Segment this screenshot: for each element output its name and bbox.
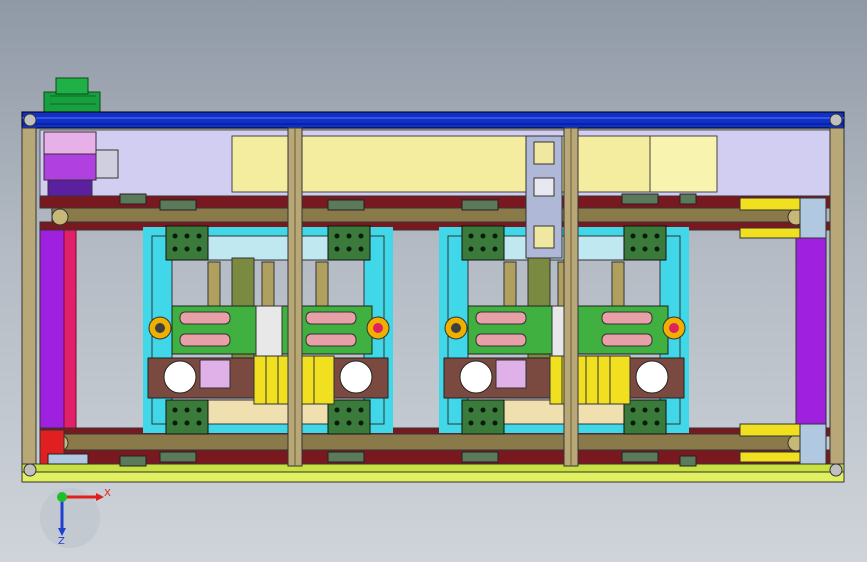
top-rail: [21, 111, 845, 129]
bolt-dot: [480, 246, 486, 252]
lower-cross-bar: [51, 433, 805, 453]
bolt-dot: [468, 233, 474, 239]
bolt-dot: [346, 420, 352, 426]
z-axis-label: Z: [58, 536, 65, 547]
bolt-dot: [480, 233, 486, 239]
bolt-dot: [358, 407, 364, 413]
right-outer-post: [829, 127, 845, 479]
bolt-dot: [654, 246, 660, 252]
bolt-dot: [334, 407, 340, 413]
bolt-dot: [184, 233, 190, 239]
bolt-dot: [358, 246, 364, 252]
bolt-dot: [468, 420, 474, 426]
bolt-dot: [334, 246, 340, 252]
right-purple-column: [795, 227, 827, 429]
motor-assembly: [43, 77, 101, 115]
bolt-dot: [172, 420, 178, 426]
bolt-dot: [492, 407, 498, 413]
bolt-dot: [196, 420, 202, 426]
module-left: [143, 225, 393, 435]
bolt-dot: [346, 407, 352, 413]
bolt-dot: [642, 407, 648, 413]
bolt-dot: [654, 233, 660, 239]
bottom-rail: [21, 463, 845, 483]
bolt-dot: [480, 407, 486, 413]
bolt-dot: [492, 420, 498, 426]
bolt-dot: [630, 420, 636, 426]
bolt-dot: [630, 233, 636, 239]
bolt-dot: [492, 233, 498, 239]
bolt-dot: [334, 233, 340, 239]
bolt-dot: [630, 407, 636, 413]
bolt-dot: [642, 233, 648, 239]
bolt-dot: [480, 420, 486, 426]
bolt-dot: [346, 246, 352, 252]
bolt-dot: [654, 407, 660, 413]
bolt-dot: [642, 246, 648, 252]
bolt-dot: [654, 420, 660, 426]
bolt-dot: [184, 246, 190, 252]
bolt-dot: [492, 246, 498, 252]
cad-viewport[interactable]: X Z: [0, 0, 867, 562]
bolt-dot: [172, 233, 178, 239]
pink-rod: [63, 209, 77, 443]
bolt-dot: [172, 246, 178, 252]
x-axis-label: X: [104, 488, 111, 499]
bolt-dot: [358, 233, 364, 239]
bolt-dot: [184, 407, 190, 413]
axes-triad[interactable]: X Z: [40, 488, 111, 548]
center-bracket: [525, 135, 563, 259]
bolt-dot: [196, 246, 202, 252]
bolt-dot: [358, 420, 364, 426]
upper-beige-box: [231, 135, 718, 193]
bolt-dot: [184, 420, 190, 426]
bolt-dot: [196, 233, 202, 239]
bolt-dot: [334, 420, 340, 426]
bolt-dot: [172, 407, 178, 413]
bolt-dot: [642, 420, 648, 426]
bolt-dot: [468, 407, 474, 413]
bolt-dot: [196, 407, 202, 413]
bolt-dot: [346, 233, 352, 239]
bolt-dot: [630, 246, 636, 252]
left-outer-post: [21, 127, 37, 479]
bolt-dot: [468, 246, 474, 252]
y-axis-dot: [57, 492, 67, 502]
